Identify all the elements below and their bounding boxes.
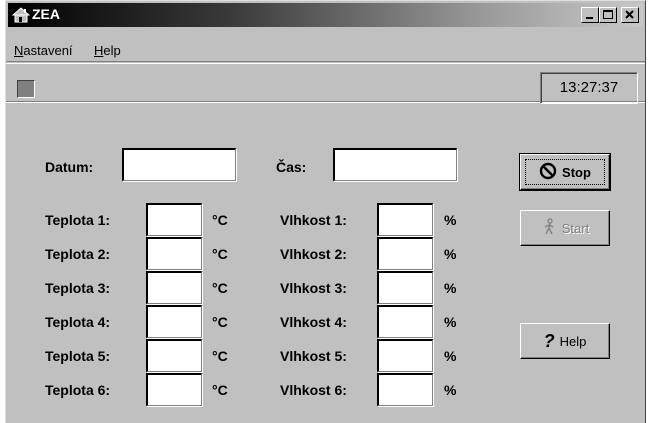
teplota-6-unit: °C — [212, 382, 228, 398]
teplota-6-label: Teplota 6: — [45, 382, 111, 398]
teplota-5-unit: °C — [212, 348, 228, 364]
teplota-2-field[interactable] — [146, 237, 202, 270]
menu-help-rest: elp — [103, 43, 121, 58]
vlhkost-1-field[interactable] — [377, 203, 433, 236]
clock-display: 13:27:37 — [540, 72, 638, 104]
vlhkost-3-unit: % — [444, 280, 457, 296]
menu-bar: Nastavení Help — [8, 39, 643, 59]
vlhkost-6-label: Vlhkost 6: — [280, 382, 347, 398]
stop-button[interactable]: Stop — [519, 153, 611, 191]
teplota-1-field[interactable] — [146, 203, 202, 236]
datum-label: Datum: — [45, 159, 94, 175]
vlhkost-2-field[interactable] — [377, 237, 433, 270]
teplota-4-label: Teplota 4: — [45, 314, 111, 330]
teplota-3-label: Teplota 3: — [45, 280, 111, 296]
status-toolbar: 13:27:37 — [6, 61, 645, 104]
vlhkost-6-field[interactable] — [377, 373, 433, 406]
vlhkost-1-label: Vlhkost 1: — [280, 212, 347, 228]
minimize-button[interactable] — [581, 7, 599, 23]
vlhkost-2-unit: % — [444, 246, 457, 262]
menu-nastaveni-rest: astavení — [23, 43, 73, 58]
cas-label: Čas: — [276, 159, 307, 175]
teplota-1-unit: °C — [212, 212, 228, 228]
teplota-6-field[interactable] — [146, 373, 202, 406]
toolbar-inner: 13:27:37 — [6, 63, 645, 104]
status-indicator — [17, 80, 35, 98]
maximize-icon — [603, 10, 613, 19]
maximize-button[interactable] — [599, 7, 617, 23]
title-bar[interactable]: ZEA — [8, 3, 643, 27]
question-mark-icon: ? — [543, 330, 555, 351]
teplota-4-field[interactable] — [146, 305, 202, 338]
start-label: Start — [561, 220, 590, 236]
vlhkost-3-label: Vlhkost 3: — [280, 280, 347, 296]
walking-man-icon — [541, 217, 557, 239]
vlhkost-4-field[interactable] — [377, 305, 433, 338]
vlhkost-5-field[interactable] — [377, 339, 433, 372]
vlhkost-5-unit: % — [444, 348, 457, 364]
cas-field[interactable] — [333, 148, 457, 181]
teplota-2-label: Teplota 2: — [45, 246, 111, 262]
close-button[interactable] — [621, 7, 639, 23]
teplota-2-unit: °C — [212, 246, 228, 262]
app-house-icon[interactable] — [11, 7, 31, 23]
start-button[interactable]: Start — [520, 210, 610, 246]
vlhkost-3-field[interactable] — [377, 271, 433, 304]
help-label: Help — [559, 333, 587, 349]
main-window: ZEA Nastavení Help 13:27:37 Datum: Čas: … — [5, 0, 646, 423]
stop-label: Stop — [562, 164, 591, 180]
teplota-5-label: Teplota 5: — [45, 348, 111, 364]
teplota-3-field[interactable] — [146, 271, 202, 304]
vlhkost-2-label: Vlhkost 2: — [280, 246, 347, 262]
vlhkost-4-label: Vlhkost 4: — [280, 314, 347, 330]
stop-icon — [539, 162, 557, 183]
minimize-icon — [586, 17, 593, 19]
datum-field[interactable] — [122, 148, 236, 181]
teplota-5-field[interactable] — [146, 339, 202, 372]
teplota-1-label: Teplota 1: — [45, 212, 111, 228]
vlhkost-4-unit: % — [444, 314, 457, 330]
teplota-4-unit: °C — [212, 314, 228, 330]
help-button[interactable]: ? Help — [520, 323, 610, 359]
close-icon — [625, 10, 634, 19]
menu-help[interactable]: Help — [94, 43, 121, 58]
vlhkost-6-unit: % — [444, 382, 457, 398]
menu-nastaveni[interactable]: Nastavení — [14, 43, 73, 58]
vlhkost-1-unit: % — [444, 212, 457, 228]
teplota-3-unit: °C — [212, 280, 228, 296]
vlhkost-5-label: Vlhkost 5: — [280, 348, 347, 364]
window-title: ZEA — [32, 6, 60, 22]
